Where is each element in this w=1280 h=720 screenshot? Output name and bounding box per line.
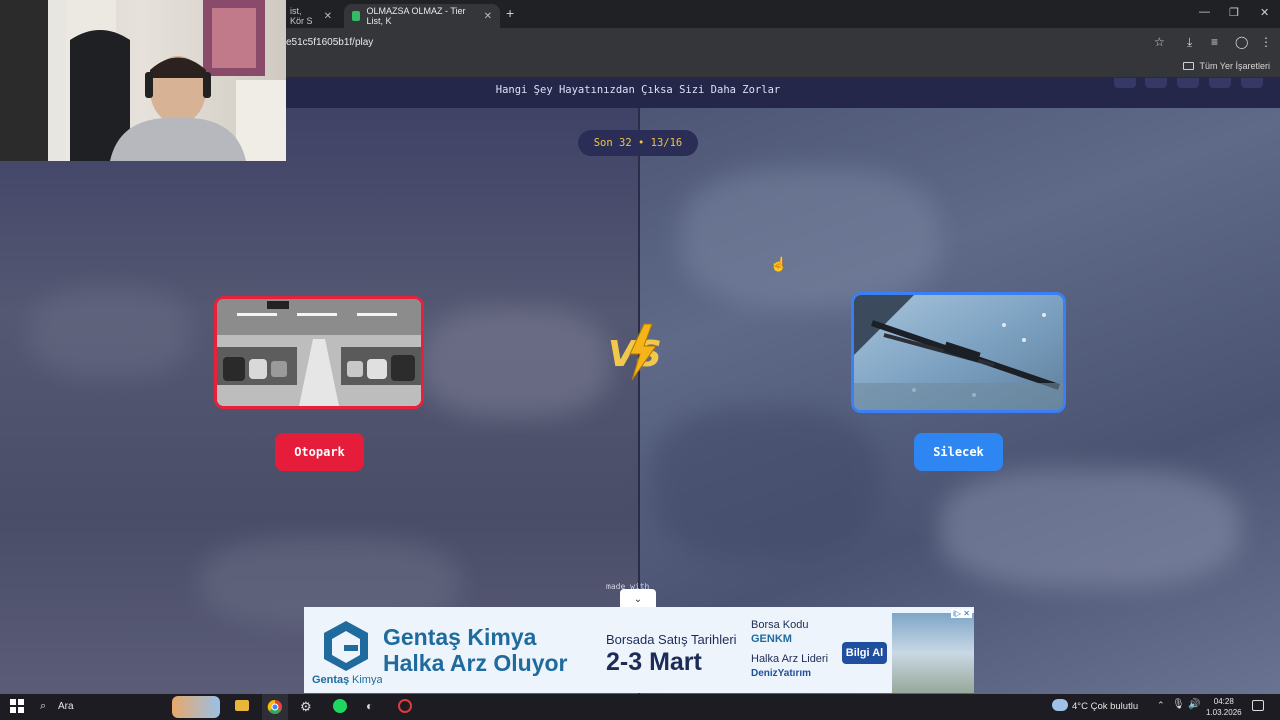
silecek-image-card[interactable] xyxy=(851,292,1066,413)
chevron-down-icon: ⌄ xyxy=(633,593,643,605)
windows-start-icon[interactable] xyxy=(10,699,24,718)
favicon-icon xyxy=(352,11,361,21)
weather-label[interactable]: 4°C Çok bulutlu xyxy=(1072,701,1138,712)
close-window-icon[interactable]: ✕ xyxy=(1260,6,1269,19)
ad-code: GENKM xyxy=(751,633,792,645)
svg-text:Gentaş: Gentaş xyxy=(312,674,349,685)
adchoices-icon[interactable]: i▷ ✕ xyxy=(951,609,972,618)
minimize-icon[interactable]: — xyxy=(1199,6,1210,18)
cloudy-weather-icon xyxy=(1052,699,1068,711)
hand-cursor-icon: ☝ xyxy=(770,256,788,272)
header-action-button[interactable] xyxy=(1145,78,1167,88)
ad-dates-label: Borsada Satış Tarihleri xyxy=(606,632,737,647)
screen: ist, Kör S ✕ OLMAZSA OLMAZ - Tier List, … xyxy=(0,0,1280,720)
settings-gear-icon[interactable]: ⚙ xyxy=(300,699,312,715)
ad-leader-name: DenizYatırım xyxy=(751,668,812,679)
widgets-icon[interactable] xyxy=(172,696,220,718)
close-tab-icon[interactable]: ✕ xyxy=(484,11,492,22)
vs-lightning-icon: VS xyxy=(608,323,662,381)
background-blur xyxy=(420,308,610,418)
date-label: 1.03.2026 xyxy=(1206,708,1242,717)
ad-info-button[interactable]: Bilgi Al xyxy=(842,642,887,664)
header-action-button[interactable] xyxy=(1114,78,1136,88)
all-bookmarks-button[interactable]: Tüm Yer İşaretleri xyxy=(1183,61,1270,71)
restore-icon[interactable]: ❐ xyxy=(1229,6,1239,19)
webcam-feed xyxy=(0,0,286,161)
parking-garage-photo xyxy=(217,299,421,406)
download-icon[interactable]: ⤓ xyxy=(1187,35,1192,50)
address-bar[interactable]: e51c5f1605b1f/play xyxy=(286,37,373,48)
microphone-icon[interactable]: 🎙 xyxy=(1172,699,1185,710)
spotify-icon[interactable] xyxy=(333,699,347,713)
ad-building-photo xyxy=(892,613,974,693)
webcam-overlay xyxy=(0,0,286,161)
header-action-button[interactable] xyxy=(1241,78,1263,88)
header-action-button[interactable] xyxy=(1209,78,1231,88)
ad-dates: 2-3 Mart xyxy=(606,648,702,676)
ad-leader-label: Halka Arz Lideri xyxy=(751,653,829,665)
file-explorer-icon[interactable] xyxy=(235,700,249,711)
taskbar-search-label[interactable]: Ara xyxy=(58,701,74,712)
folder-icon xyxy=(1183,62,1195,70)
media-control-icon[interactable]: ≡ xyxy=(1211,35,1218,49)
collapse-ad-button[interactable]: ⌄ xyxy=(620,589,656,609)
tab-label: OLMAZSA OLMAZ - Tier List, K xyxy=(366,6,466,26)
chevron-up-icon[interactable]: ⌃ xyxy=(1157,700,1165,711)
taskbar-clock[interactable]: 04:28 1.03.2026 xyxy=(1206,696,1242,718)
chrome-taskbar-button[interactable] xyxy=(262,694,288,720)
ad-code-label: Borsa Kodu xyxy=(751,619,809,631)
speaker-icon[interactable]: 🔊 xyxy=(1188,699,1200,710)
recording-app-icon[interactable] xyxy=(398,699,412,713)
notification-icon[interactable] xyxy=(1252,700,1264,711)
svg-text:Kimya: Kimya xyxy=(352,674,382,685)
round-counter: Son 32 • 13/16 xyxy=(578,130,698,156)
ad-banner[interactable]: Gentaş Kimya Gentaş Kimya Halka Arz Oluy… xyxy=(304,607,974,693)
time-label: 04:28 xyxy=(1213,697,1234,706)
background-blur xyxy=(30,288,190,378)
bookmark-star-icon[interactable]: ☆ xyxy=(1154,35,1165,49)
menu-dots-icon[interactable]: ⋮ xyxy=(1260,35,1272,49)
windshield-wiper-photo xyxy=(854,295,1063,410)
windows-taskbar: ⌕ Ara ⚙ ◐ 4°C Çok bulutlu ⌃ 🎙 🔊 04:28 1.… xyxy=(0,694,1280,720)
all-bookmarks-label: Tüm Yer İşaretleri xyxy=(1199,61,1270,71)
background-blur xyxy=(940,468,1240,588)
search-icon[interactable]: ⌕ xyxy=(40,700,46,713)
background-blur xyxy=(680,168,940,308)
silecek-choice-button[interactable]: Silecek xyxy=(914,433,1003,471)
ad-subtitle: Halka Arz Oluyor xyxy=(383,650,568,676)
app-icon[interactable]: ◐ xyxy=(366,699,373,713)
gentas-logo-icon: Gentaş Kimya xyxy=(312,621,382,685)
tab-label: ist, Kör S xyxy=(290,6,313,26)
game-page: Hangi Şey Hayatınızdan Çıksa Sizi Daha Z… xyxy=(0,78,1280,694)
profile-icon[interactable]: ◯ xyxy=(1235,35,1248,49)
background-blur xyxy=(650,408,880,558)
close-tab-icon[interactable]: ✕ xyxy=(324,11,332,22)
otopark-choice-button[interactable]: Otopark xyxy=(275,433,364,471)
tab-olmazsa-olmaz[interactable]: OLMAZSA OLMAZ - Tier List, K ✕ xyxy=(344,4,500,28)
otopark-image-card[interactable] xyxy=(214,296,424,409)
header-action-button[interactable] xyxy=(1177,78,1199,88)
new-tab-button[interactable]: + xyxy=(506,5,514,21)
ad-title: Gentaş Kimya xyxy=(383,624,537,650)
tab-previous[interactable]: ist, Kör S ✕ xyxy=(282,4,340,28)
